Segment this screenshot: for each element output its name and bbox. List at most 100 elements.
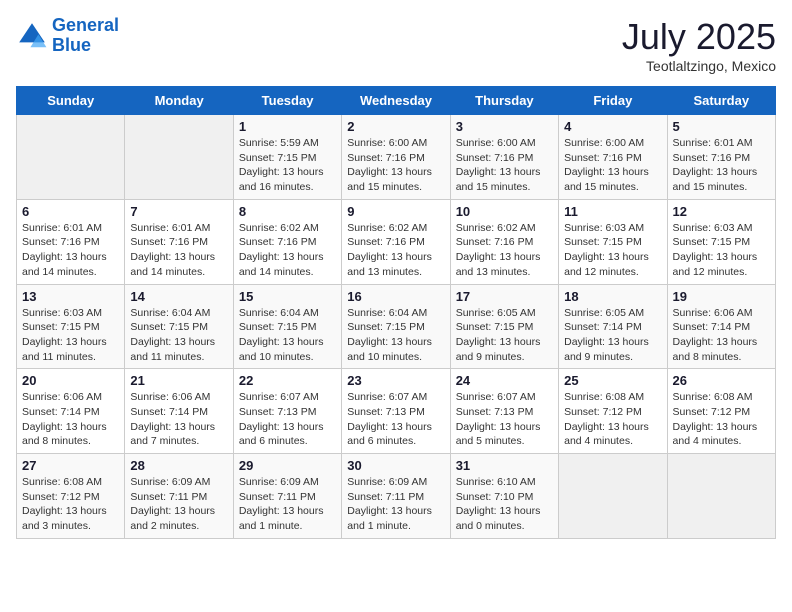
calendar-week-row: 6 Sunrise: 6:01 AM Sunset: 7:16 PM Daylig… xyxy=(17,199,776,284)
day-number: 21 xyxy=(130,373,227,388)
calendar-cell: 27 Sunrise: 6:08 AM Sunset: 7:12 PM Dayli… xyxy=(17,454,125,539)
calendar-table: SundayMondayTuesdayWednesdayThursdayFrid… xyxy=(16,86,776,539)
month-title: July 2025 xyxy=(622,16,776,58)
calendar-cell: 25Sunrise: 6:08 AM Sunset: 7:12 PM Dayli… xyxy=(559,369,667,454)
weekday-header: Thursday xyxy=(450,87,558,115)
calendar-cell: 18 Sunrise: 6:05 AM Sunset: 7:14 PM Dayli… xyxy=(559,284,667,369)
calendar-cell: 16 Sunrise: 6:04 AM Sunset: 7:15 PM Dayli… xyxy=(342,284,450,369)
day-number: 3 xyxy=(456,119,553,134)
calendar-cell: 14 Sunrise: 6:04 AM Sunset: 7:15 PM Dayli… xyxy=(125,284,233,369)
day-info: Sunrise: 6:04 AM Sunset: 7:15 PM Dayligh… xyxy=(239,306,336,365)
day-info: Sunrise: 6:02 AM Sunset: 7:16 PM Dayligh… xyxy=(239,221,336,280)
day-number: 20 xyxy=(22,373,119,388)
day-info: Sunrise: 6:06 AM Sunset: 7:14 PM Dayligh… xyxy=(22,390,119,449)
day-info: Sunrise: 6:01 AM Sunset: 7:16 PM Dayligh… xyxy=(673,136,770,195)
logo-line1: General xyxy=(52,15,119,35)
calendar-cell: 20 Sunrise: 6:06 AM Sunset: 7:14 PM Dayli… xyxy=(17,369,125,454)
day-info: Sunrise: 6:02 AM Sunset: 7:16 PM Dayligh… xyxy=(456,221,553,280)
day-info: Sunrise: 6:09 AM Sunset: 7:11 PM Dayligh… xyxy=(347,475,444,534)
day-number: 14 xyxy=(130,289,227,304)
day-info: Sunrise: 6:08 AM Sunset: 7:12 PM Dayligh… xyxy=(22,475,119,534)
day-number: 18 xyxy=(564,289,661,304)
day-info: Sunrise: 6:00 AM Sunset: 7:16 PM Dayligh… xyxy=(347,136,444,195)
day-number: 8 xyxy=(239,204,336,219)
day-info: Sunrise: 6:01 AM Sunset: 7:16 PM Dayligh… xyxy=(130,221,227,280)
day-number: 2 xyxy=(347,119,444,134)
calendar-cell: 30Sunrise: 6:09 AM Sunset: 7:11 PM Dayli… xyxy=(342,454,450,539)
calendar-cell: 29 Sunrise: 6:09 AM Sunset: 7:11 PM Dayli… xyxy=(233,454,341,539)
calendar-cell: 1Sunrise: 5:59 AM Sunset: 7:15 PM Daylig… xyxy=(233,115,341,200)
logo-text: General Blue xyxy=(52,16,119,56)
day-number: 28 xyxy=(130,458,227,473)
weekday-header: Monday xyxy=(125,87,233,115)
title-block: July 2025 Teotlaltzingo, Mexico xyxy=(622,16,776,74)
weekday-header: Friday xyxy=(559,87,667,115)
day-number: 12 xyxy=(673,204,770,219)
day-number: 1 xyxy=(239,119,336,134)
calendar-cell: 31 Sunrise: 6:10 AM Sunset: 7:10 PM Dayli… xyxy=(450,454,558,539)
calendar-cell: 5 Sunrise: 6:01 AM Sunset: 7:16 PM Daylig… xyxy=(667,115,775,200)
calendar-cell xyxy=(667,454,775,539)
calendar-week-row: 20 Sunrise: 6:06 AM Sunset: 7:14 PM Dayli… xyxy=(17,369,776,454)
calendar-cell: 2 Sunrise: 6:00 AM Sunset: 7:16 PM Daylig… xyxy=(342,115,450,200)
day-number: 13 xyxy=(22,289,119,304)
day-info: Sunrise: 6:05 AM Sunset: 7:15 PM Dayligh… xyxy=(456,306,553,365)
calendar-cell: 10Sunrise: 6:02 AM Sunset: 7:16 PM Dayli… xyxy=(450,199,558,284)
day-number: 15 xyxy=(239,289,336,304)
calendar-cell: 15 Sunrise: 6:04 AM Sunset: 7:15 PM Dayli… xyxy=(233,284,341,369)
day-info: Sunrise: 6:07 AM Sunset: 7:13 PM Dayligh… xyxy=(347,390,444,449)
calendar-cell: 17Sunrise: 6:05 AM Sunset: 7:15 PM Dayli… xyxy=(450,284,558,369)
calendar-body: 1Sunrise: 5:59 AM Sunset: 7:15 PM Daylig… xyxy=(17,115,776,539)
calendar-cell: 22 Sunrise: 6:07 AM Sunset: 7:13 PM Dayli… xyxy=(233,369,341,454)
location: Teotlaltzingo, Mexico xyxy=(622,58,776,74)
day-info: Sunrise: 6:06 AM Sunset: 7:14 PM Dayligh… xyxy=(130,390,227,449)
day-number: 23 xyxy=(347,373,444,388)
day-number: 7 xyxy=(130,204,227,219)
calendar-cell: 11Sunrise: 6:03 AM Sunset: 7:15 PM Dayli… xyxy=(559,199,667,284)
calendar-cell: 19Sunrise: 6:06 AM Sunset: 7:14 PM Dayli… xyxy=(667,284,775,369)
calendar-cell: 8 Sunrise: 6:02 AM Sunset: 7:16 PM Daylig… xyxy=(233,199,341,284)
day-info: Sunrise: 6:10 AM Sunset: 7:10 PM Dayligh… xyxy=(456,475,553,534)
day-number: 26 xyxy=(673,373,770,388)
day-number: 22 xyxy=(239,373,336,388)
weekday-header: Tuesday xyxy=(233,87,341,115)
calendar-cell: 3 Sunrise: 6:00 AM Sunset: 7:16 PM Daylig… xyxy=(450,115,558,200)
calendar-cell xyxy=(559,454,667,539)
calendar-cell: 6Sunrise: 6:01 AM Sunset: 7:16 PM Daylig… xyxy=(17,199,125,284)
weekday-header: Wednesday xyxy=(342,87,450,115)
calendar-header: SundayMondayTuesdayWednesdayThursdayFrid… xyxy=(17,87,776,115)
day-number: 24 xyxy=(456,373,553,388)
day-number: 11 xyxy=(564,204,661,219)
calendar-cell xyxy=(125,115,233,200)
day-info: Sunrise: 6:04 AM Sunset: 7:15 PM Dayligh… xyxy=(347,306,444,365)
day-info: Sunrise: 6:00 AM Sunset: 7:16 PM Dayligh… xyxy=(456,136,553,195)
logo-line2: Blue xyxy=(52,35,91,55)
calendar-cell: 24Sunrise: 6:07 AM Sunset: 7:13 PM Dayli… xyxy=(450,369,558,454)
day-info: Sunrise: 6:04 AM Sunset: 7:15 PM Dayligh… xyxy=(130,306,227,365)
day-info: Sunrise: 6:09 AM Sunset: 7:11 PM Dayligh… xyxy=(239,475,336,534)
calendar-cell: 4Sunrise: 6:00 AM Sunset: 7:16 PM Daylig… xyxy=(559,115,667,200)
calendar-cell: 7 Sunrise: 6:01 AM Sunset: 7:16 PM Daylig… xyxy=(125,199,233,284)
calendar-cell: 26 Sunrise: 6:08 AM Sunset: 7:12 PM Dayli… xyxy=(667,369,775,454)
calendar-cell xyxy=(17,115,125,200)
calendar-cell: 12Sunrise: 6:03 AM Sunset: 7:15 PM Dayli… xyxy=(667,199,775,284)
logo-icon xyxy=(16,20,48,52)
day-info: Sunrise: 6:08 AM Sunset: 7:12 PM Dayligh… xyxy=(564,390,661,449)
day-info: Sunrise: 6:07 AM Sunset: 7:13 PM Dayligh… xyxy=(239,390,336,449)
calendar-week-row: 1Sunrise: 5:59 AM Sunset: 7:15 PM Daylig… xyxy=(17,115,776,200)
calendar-cell: 13Sunrise: 6:03 AM Sunset: 7:15 PM Dayli… xyxy=(17,284,125,369)
day-number: 29 xyxy=(239,458,336,473)
day-number: 16 xyxy=(347,289,444,304)
calendar-week-row: 27 Sunrise: 6:08 AM Sunset: 7:12 PM Dayli… xyxy=(17,454,776,539)
day-number: 6 xyxy=(22,204,119,219)
day-number: 31 xyxy=(456,458,553,473)
day-number: 19 xyxy=(673,289,770,304)
day-info: Sunrise: 6:05 AM Sunset: 7:14 PM Dayligh… xyxy=(564,306,661,365)
calendar-cell: 21 Sunrise: 6:06 AM Sunset: 7:14 PM Dayli… xyxy=(125,369,233,454)
weekday-header: Sunday xyxy=(17,87,125,115)
page-header: General Blue July 2025 Teotlaltzingo, Me… xyxy=(16,16,776,74)
day-number: 5 xyxy=(673,119,770,134)
weekday-row: SundayMondayTuesdayWednesdayThursdayFrid… xyxy=(17,87,776,115)
day-info: Sunrise: 6:08 AM Sunset: 7:12 PM Dayligh… xyxy=(673,390,770,449)
day-number: 27 xyxy=(22,458,119,473)
